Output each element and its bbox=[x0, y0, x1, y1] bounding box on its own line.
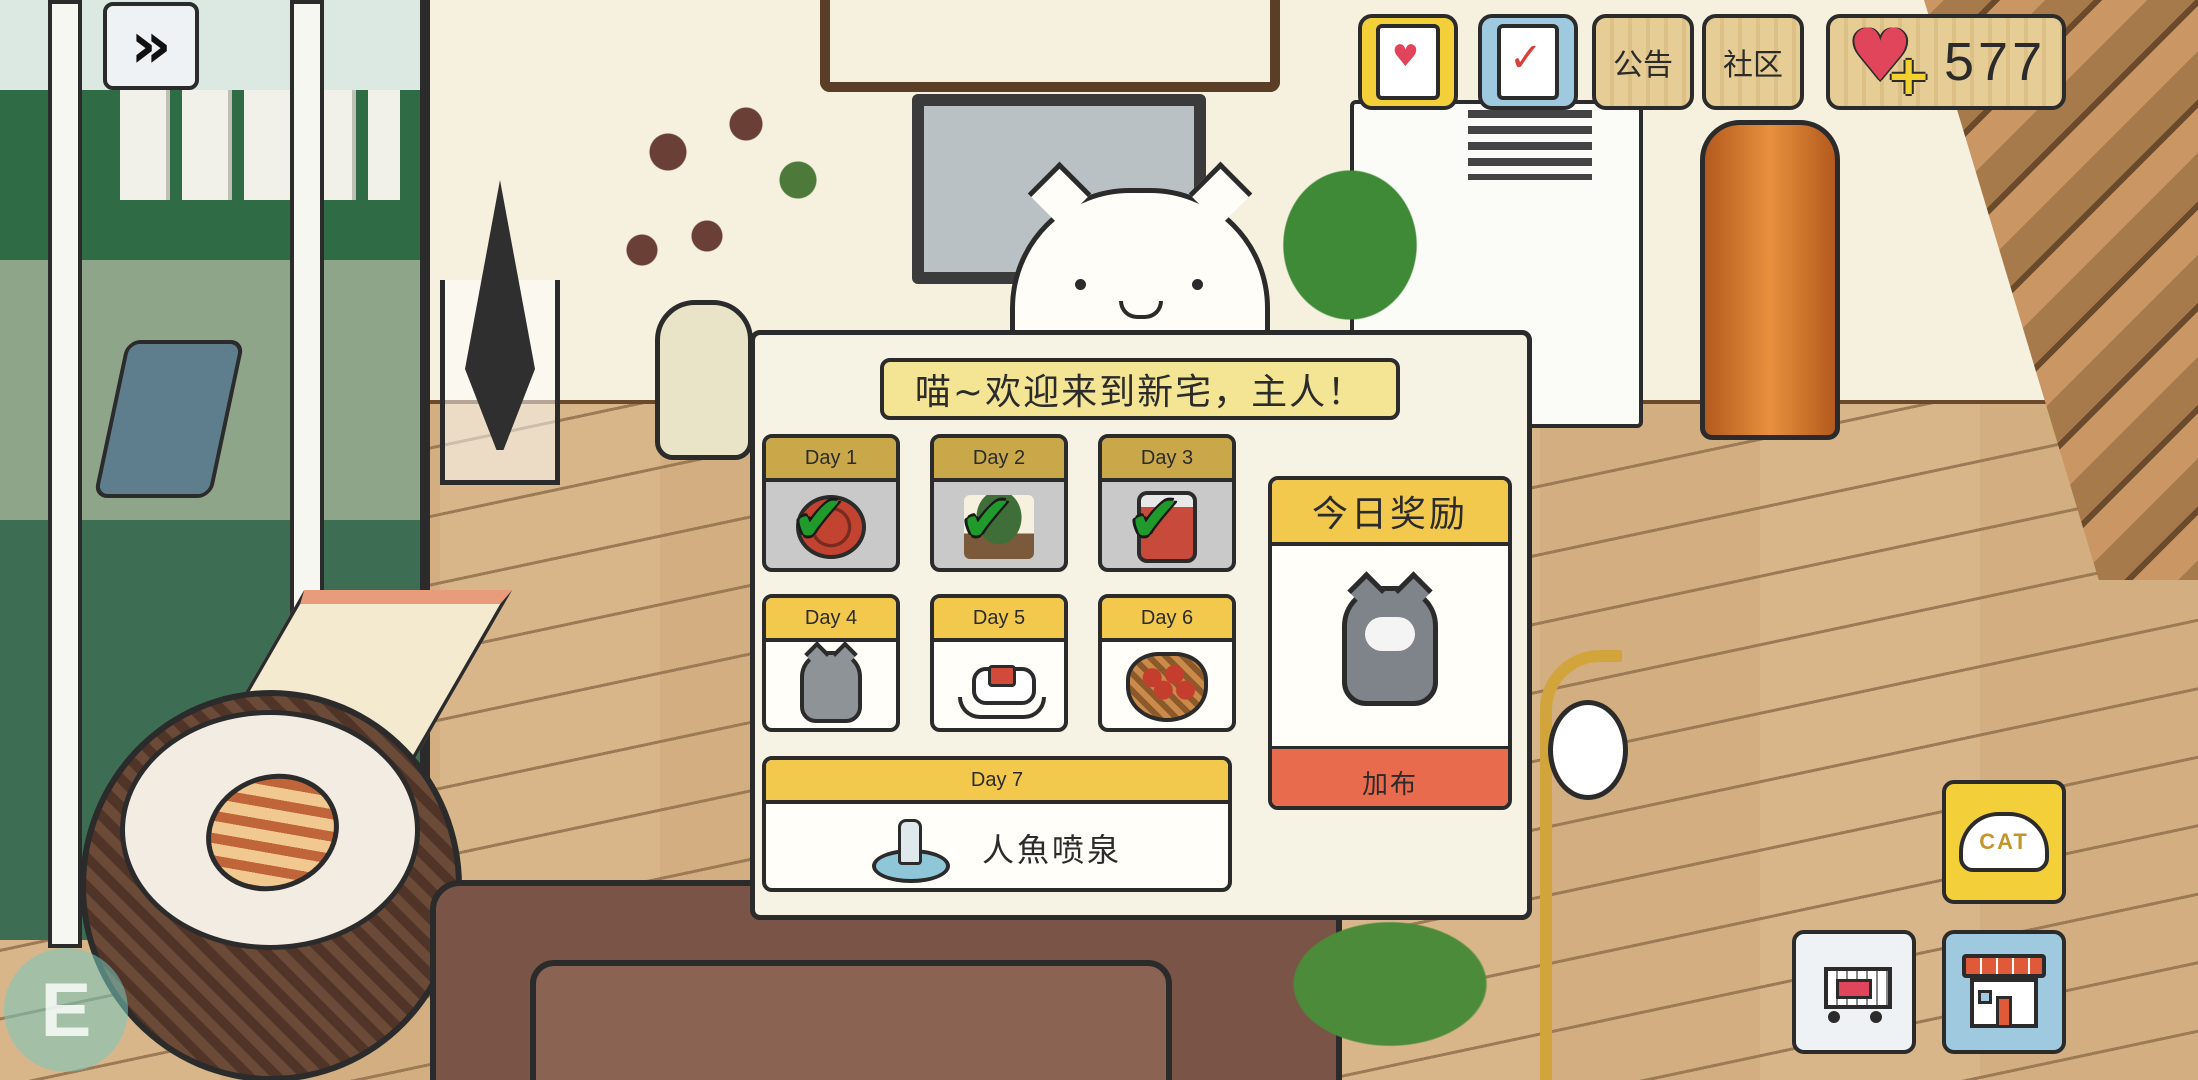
stepping-stone bbox=[93, 340, 245, 498]
branch-arrangement bbox=[590, 40, 850, 320]
game-scene: 喵~欢迎来到新宅，主人！ Day 1 ✔ Day 2 ✔ Day 3 ✔ Day… bbox=[0, 0, 2198, 1080]
cat-food-bowl-icon: CAT bbox=[1959, 812, 2049, 872]
heart-plus-icon: ♥ + bbox=[1848, 13, 1932, 107]
shopping-cart-icon bbox=[1814, 957, 1894, 1027]
today-reward-title: 今日奖励 bbox=[1272, 480, 1508, 546]
grey-cat-icon bbox=[1342, 586, 1438, 706]
day-card-3: Day 3 ✔ bbox=[1098, 434, 1236, 572]
day-label: Day 7 bbox=[766, 760, 1228, 804]
distant-buildings bbox=[120, 90, 400, 200]
mermaid-fountain-icon bbox=[871, 817, 950, 883]
day-card-6: Day 6 bbox=[1098, 594, 1236, 732]
potted-plant bbox=[1265, 150, 1435, 340]
cat-food-button[interactable]: CAT bbox=[1942, 780, 2066, 904]
rocking-horse-icon bbox=[958, 659, 1046, 719]
notice-button[interactable]: 公告 bbox=[1592, 14, 1694, 110]
fruit-basket-icon bbox=[1126, 652, 1208, 722]
wall-plant-shelf bbox=[820, 0, 1280, 92]
community-button[interactable]: 社区 bbox=[1702, 14, 1804, 110]
yard-button[interactable] bbox=[1942, 930, 2066, 1054]
cat-tower-barrel[interactable] bbox=[1700, 120, 1840, 440]
catbook-button[interactable]: ♥ bbox=[1358, 14, 1458, 110]
claim-button[interactable]: 加布 bbox=[1272, 746, 1508, 806]
fast-forward-button[interactable]: » bbox=[103, 2, 199, 90]
double-chevron-right-icon: » bbox=[130, 9, 172, 83]
cat-book-icon: ♥ bbox=[1376, 24, 1440, 100]
day-label: Day 6 bbox=[1102, 598, 1232, 642]
corner-badge[interactable]: E bbox=[4, 948, 128, 1072]
day7-item-name: 人魚喷泉 bbox=[981, 831, 1122, 869]
vase bbox=[655, 300, 753, 460]
shop-button[interactable] bbox=[1792, 930, 1916, 1054]
day-label: Day 1 bbox=[766, 438, 896, 482]
food-plate[interactable] bbox=[1548, 700, 1628, 800]
dialog-title: 喵~欢迎来到新宅，主人！ bbox=[880, 358, 1400, 420]
day-card-2: Day 2 ✔ bbox=[930, 434, 1068, 572]
day-card-7: Day 7 人魚喷泉 bbox=[762, 756, 1232, 892]
sofa-seat bbox=[530, 960, 1172, 1080]
clipboard-check-icon: ✓ bbox=[1497, 24, 1559, 100]
check-icon: ✔ bbox=[792, 483, 846, 557]
house-icon bbox=[1962, 954, 2046, 1030]
day-card-1: Day 1 ✔ bbox=[762, 434, 900, 572]
grey-cat-icon bbox=[800, 651, 862, 723]
today-reward-panel: 今日奖励 加布 bbox=[1268, 476, 1512, 810]
cat-mouth bbox=[1119, 301, 1163, 319]
bonsai-plant bbox=[1290, 920, 1540, 1080]
day-card-5: Day 5 bbox=[930, 594, 1068, 732]
day-card-4: Day 4 bbox=[762, 594, 900, 732]
cat-eye-right bbox=[1192, 279, 1203, 290]
day-label: Day 2 bbox=[934, 438, 1064, 482]
day-label: Day 5 bbox=[934, 598, 1064, 642]
check-icon: ✔ bbox=[960, 483, 1014, 557]
day-label: Day 3 bbox=[1102, 438, 1232, 482]
day-label: Day 4 bbox=[766, 598, 896, 642]
cat-eye-left bbox=[1075, 279, 1086, 290]
check-icon: ✔ bbox=[1128, 483, 1182, 557]
hearts-count: 577 bbox=[1944, 32, 2047, 92]
tasks-button[interactable]: ✓ bbox=[1478, 14, 1578, 110]
air-vent bbox=[1468, 110, 1592, 180]
hearts-counter[interactable]: ♥ + 577 bbox=[1826, 14, 2066, 110]
door-frame-left bbox=[48, 0, 82, 948]
